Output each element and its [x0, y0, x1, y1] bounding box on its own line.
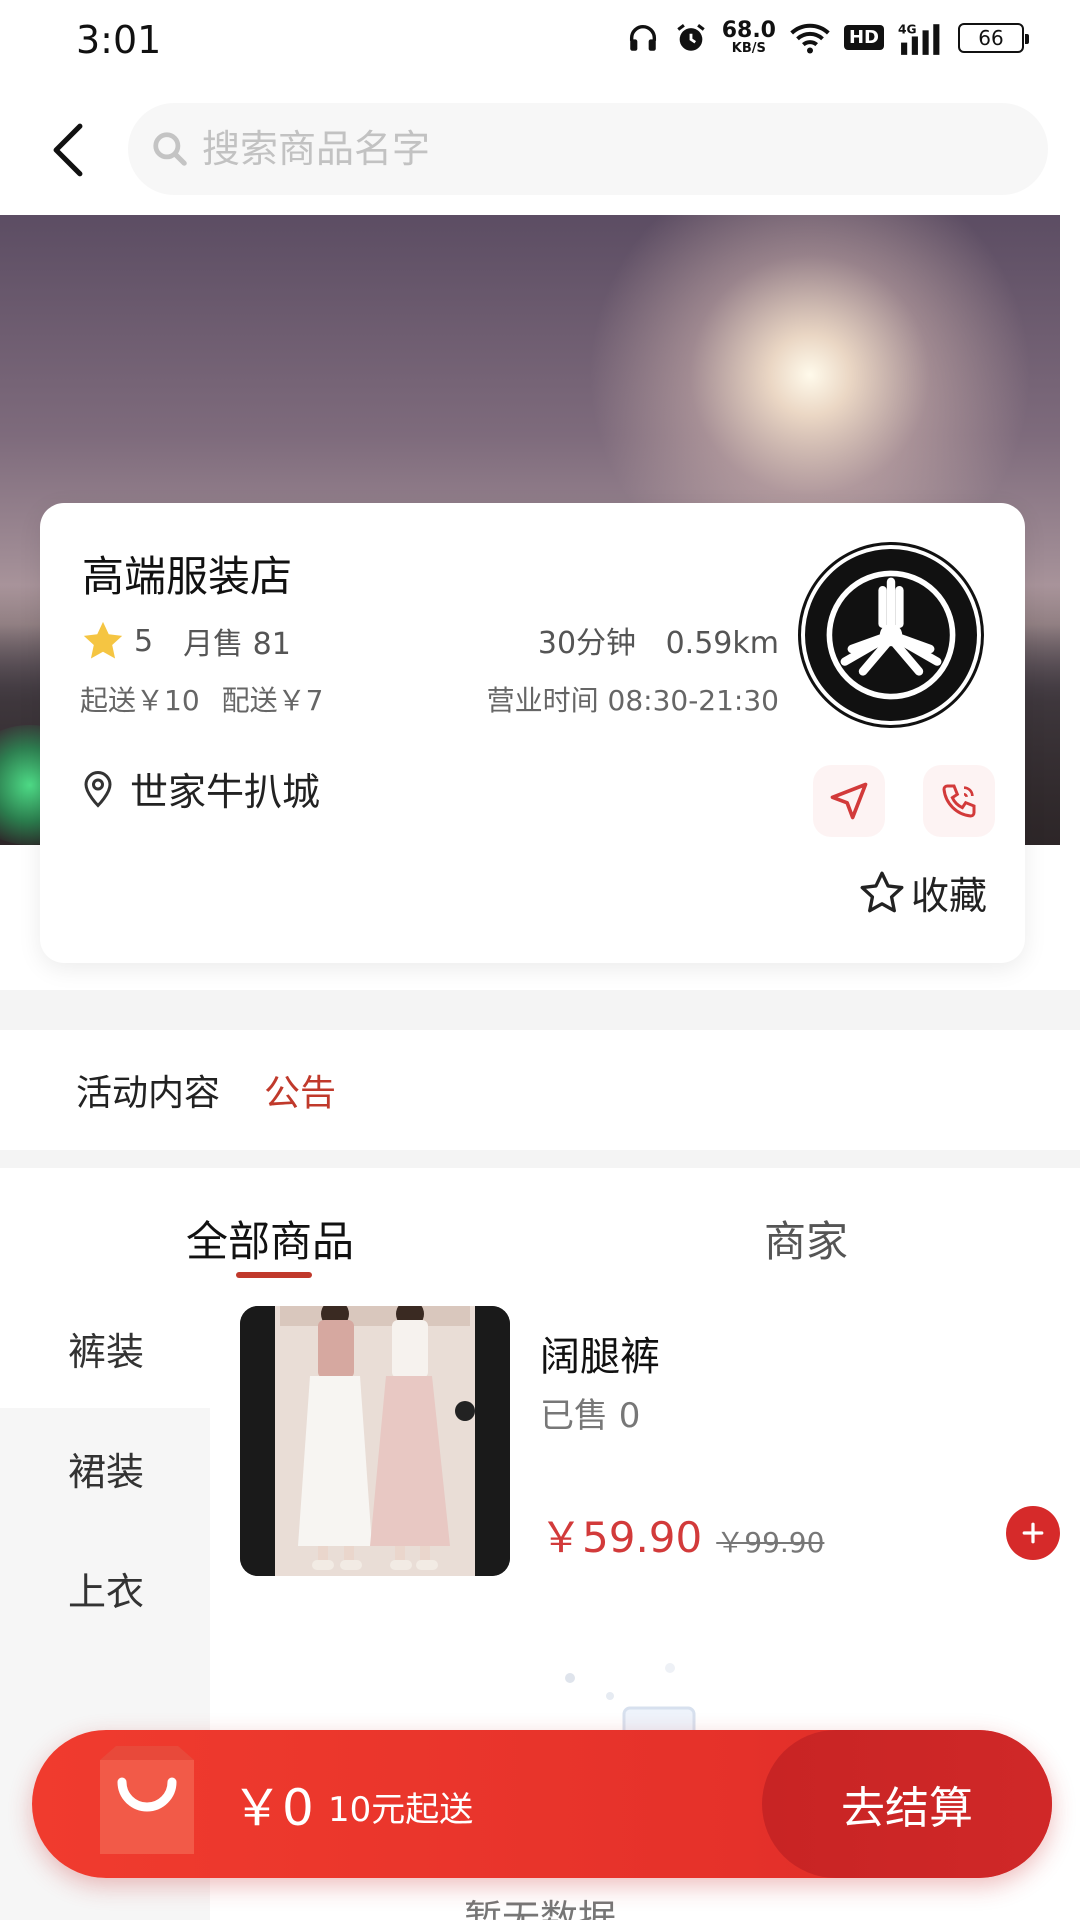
- store-page: 3:01 68.0 KB/S HD 4G 66 搜索商品名字 高端服装店 5 月…: [0, 0, 1080, 1920]
- plus-icon: [1022, 1522, 1044, 1544]
- business-hours: 营业时间 08:30-21:30: [486, 684, 779, 717]
- product-sold-count: 已售 0: [540, 1396, 641, 1436]
- delivery-info: 30分钟 0.59km: [538, 618, 779, 662]
- notice-row: 活动内容 公告: [0, 1030, 1080, 1150]
- search-icon: [148, 127, 192, 171]
- product-name: 阔腿裤: [540, 1334, 660, 1380]
- category-item[interactable]: 裙装: [0, 1408, 210, 1528]
- back-button[interactable]: [38, 120, 98, 180]
- rating-row: 5 月售 81: [80, 618, 291, 664]
- shopping-bag-icon: [100, 1746, 194, 1854]
- tab-all-products[interactable]: 全部商品: [186, 1208, 354, 1269]
- store-address: 世家牛扒城: [130, 770, 321, 814]
- navigation-arrow-icon: [830, 782, 868, 820]
- svg-text:4G: 4G: [898, 22, 917, 36]
- hd-badge: HD: [843, 25, 884, 50]
- active-tab-indicator: [236, 1272, 312, 1278]
- header: [0, 90, 1080, 215]
- store-distance: 0.59km: [665, 626, 779, 661]
- delivery-fee: 配送￥7: [221, 684, 324, 717]
- store-rating: 5: [134, 623, 154, 659]
- battery-indicator: 66: [958, 22, 1029, 53]
- divider: [0, 990, 1080, 1030]
- tab-bar: 全部商品 商家: [0, 1168, 1080, 1288]
- collect-button[interactable]: 收藏: [857, 865, 987, 920]
- add-to-cart-button[interactable]: [1006, 1506, 1060, 1560]
- min-order-text: 10元起送: [328, 1790, 474, 1830]
- net-speed-value: 68.0: [721, 18, 776, 43]
- store-info-card: 高端服装店 5 月售 81 起送￥10 配送￥7 30分钟 0.59km 营业时…: [40, 503, 1025, 963]
- tuning-fork-logo-icon: [826, 570, 956, 700]
- network-speed: 68.0 KB/S: [721, 18, 776, 56]
- cart-total: ￥0: [232, 1779, 314, 1837]
- back-arrow-icon: [53, 123, 83, 177]
- product-photo-skirts: [240, 1306, 510, 1576]
- delivery-time: 30分钟: [537, 626, 637, 661]
- call-button[interactable]: [923, 765, 995, 837]
- tab-merchant[interactable]: 商家: [764, 1208, 848, 1269]
- product-original-price: ￥99.90: [716, 1526, 825, 1559]
- cart-button[interactable]: [92, 1742, 202, 1862]
- status-time: 3:01: [76, 18, 162, 62]
- star-outline-icon: [860, 871, 904, 912]
- activity-label[interactable]: 活动内容: [76, 1064, 220, 1116]
- search-bar[interactable]: [128, 103, 1048, 195]
- status-icons: 68.0 KB/S HD 4G 66: [626, 18, 1029, 56]
- phone-icon: [942, 784, 976, 818]
- signal-icon: 4G: [898, 21, 944, 55]
- product-price: ￥59.90: [540, 1513, 703, 1562]
- empty-state-text: 暂无数据: [463, 1897, 616, 1920]
- collect-label: 收藏: [910, 874, 987, 918]
- category-item[interactable]: 裤装: [0, 1288, 210, 1408]
- category-item[interactable]: 上衣: [0, 1528, 210, 1648]
- star-icon: [83, 621, 123, 659]
- address-row: 世家牛扒城: [80, 761, 320, 816]
- monthly-sales: 月售 81: [183, 627, 291, 662]
- cart-bar: ￥0 10元起送 去结算: [32, 1730, 1052, 1878]
- divider: [0, 1150, 1080, 1168]
- min-order-fee: 起送￥10: [80, 684, 200, 717]
- fee-row: 起送￥10 配送￥7: [80, 679, 323, 719]
- headphones-icon: [626, 21, 660, 55]
- alarm-icon: [674, 21, 708, 55]
- wifi-icon: [790, 21, 830, 55]
- location-pin-icon: [84, 770, 112, 808]
- checkout-button[interactable]: 去结算: [762, 1730, 1052, 1878]
- store-name: 高端服装店: [82, 552, 293, 601]
- price-row: ￥59.90 ￥99.90: [540, 1504, 824, 1565]
- search-input[interactable]: [202, 127, 1002, 171]
- announcement-label[interactable]: 公告: [264, 1064, 336, 1116]
- status-bar: 3:01 68.0 KB/S HD 4G 66: [0, 0, 1080, 90]
- product-card[interactable]: 阔腿裤 已售 0 ￥59.90 ￥99.90: [240, 1306, 1060, 1576]
- product-image: [240, 1306, 510, 1576]
- store-logo: [801, 545, 981, 725]
- net-speed-unit: KB/S: [731, 41, 766, 56]
- navigate-button[interactable]: [813, 765, 885, 837]
